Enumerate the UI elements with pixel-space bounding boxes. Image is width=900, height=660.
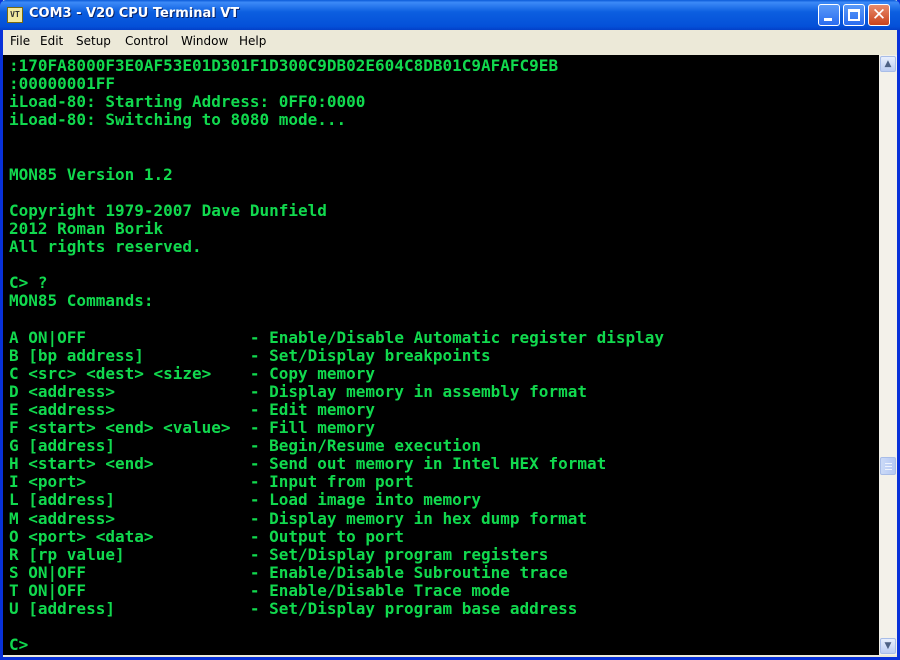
- terminal-line: D <address> - Display memory in assembly…: [9, 381, 587, 401]
- terminal-line: O <port> <data> - Output to port: [9, 526, 404, 546]
- maximize-button[interactable]: [843, 4, 865, 26]
- terminal-line: C> ?: [9, 273, 48, 293]
- terminal-line: S ON|OFF - Enable/Disable Subroutine tra…: [9, 562, 568, 582]
- terminal-line: I <port> - Input from port: [9, 472, 414, 492]
- terminal-line: MON85 Version 1.2: [9, 164, 173, 184]
- title-bar[interactable]: VT COM3 - V20 CPU Terminal VT ✕: [0, 0, 900, 30]
- window-title: COM3 - V20 CPU Terminal VT: [29, 6, 240, 21]
- terminal-line: U [address] - Set/Display program base a…: [9, 599, 578, 618]
- terminal-line: :00000001FF: [9, 74, 115, 94]
- terminal-line: B [bp address] - Set/Display breakpoints: [9, 345, 491, 365]
- terminal-line: R [rp value] - Set/Display program regis…: [9, 544, 549, 564]
- terminal-line: T ON|OFF - Enable/Disable Trace mode: [9, 580, 510, 600]
- menu-control[interactable]: Control: [125, 34, 168, 48]
- terminal-line: Copyright 1979-2007 Dave Dunfield: [9, 200, 327, 220]
- terminal-line: 2012 Roman Borik: [9, 218, 164, 238]
- menu-help[interactable]: Help: [239, 34, 266, 48]
- menu-bar: File Edit Setup Control Window Help: [3, 30, 897, 52]
- terminal-line: L [address] - Load image into memory: [9, 490, 482, 510]
- terminal-line: E <address> - Edit memory: [9, 399, 376, 419]
- menu-file[interactable]: File: [10, 34, 30, 48]
- terminal-window: VT COM3 - V20 CPU Terminal VT ✕ File Edi…: [0, 0, 900, 660]
- terminal-line: iLoad-80: Starting Address: 0FF0:0000: [9, 92, 366, 112]
- vertical-scrollbar[interactable]: ▲ ▼: [879, 55, 897, 655]
- terminal-app-icon[interactable]: VT: [7, 7, 23, 23]
- terminal-line: :170FA8000F3E0AF53E01D301F1D300C9DB02E60…: [9, 56, 559, 75]
- terminal-line: C <src> <dest> <size> - Copy memory: [9, 363, 376, 383]
- close-icon: ✕: [871, 5, 887, 25]
- thumb-grip-icon: [885, 466, 892, 467]
- terminal-line: F <start> <end> <value> - Fill memory: [9, 418, 376, 437]
- terminal-line: H <start> <end> - Send out memory in Int…: [9, 454, 607, 474]
- terminal-line: M <address> - Display memory in hex dump…: [9, 508, 587, 528]
- maximize-icon: [848, 9, 860, 21]
- close-button[interactable]: ✕: [868, 4, 890, 26]
- scroll-up-button[interactable]: ▲: [880, 56, 896, 72]
- menu-edit[interactable]: Edit: [40, 34, 63, 48]
- terminal-line: iLoad-80: Switching to 8080 mode...: [9, 110, 347, 130]
- scroll-up-arrow-icon: ▲: [884, 59, 892, 69]
- terminal-line: C>: [9, 635, 29, 655]
- minimize-icon: [824, 18, 832, 21]
- menu-setup[interactable]: Setup: [76, 34, 111, 48]
- terminal-line: All rights reserved.: [9, 237, 202, 256]
- terminal-line: A ON|OFF - Enable/Disable Automatic regi…: [9, 327, 665, 347]
- terminal-screen[interactable]: :170FA8000F3E0AF53E01D301F1D300C9DB02E60…: [3, 55, 879, 655]
- scroll-down-button[interactable]: ▼: [880, 638, 896, 654]
- scroll-down-arrow-icon: ▼: [884, 641, 892, 651]
- terminal-line: G [address] - Begin/Resume execution: [9, 436, 482, 456]
- thumb-grip-icon: [885, 469, 892, 470]
- thumb-grip-icon: [885, 463, 892, 464]
- minimize-button[interactable]: [818, 4, 840, 26]
- scrollbar-thumb[interactable]: [880, 457, 896, 475]
- terminal-line: MON85 Commands:: [9, 291, 154, 311]
- menu-window[interactable]: Window: [181, 34, 228, 48]
